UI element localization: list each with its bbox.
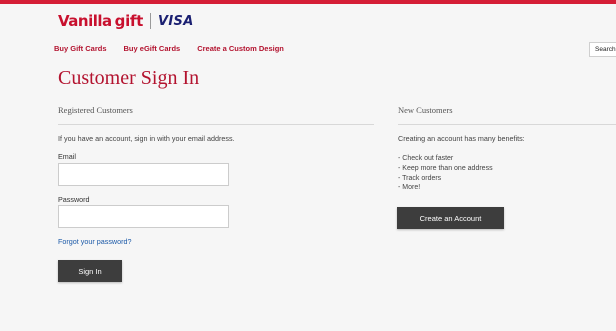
new-customers-section-divider <box>398 124 616 125</box>
new-customers-intro-text: Creating an account has many benefits: <box>398 134 525 143</box>
nav-create-custom-design[interactable]: Create a Custom Design <box>197 44 284 53</box>
logo-gift-text: gift <box>114 12 144 30</box>
main-nav: Buy Gift Cards Buy eGift Cards Create a … <box>54 44 301 53</box>
nav-buy-egift-cards[interactable]: Buy eGift Cards <box>124 44 181 53</box>
registered-intro-text: If you have an account, sign in with you… <box>58 134 235 143</box>
email-label: Email <box>58 152 76 161</box>
logo-divider <box>150 13 152 29</box>
sign-in-button[interactable]: Sign In <box>58 260 122 282</box>
top-accent-bar <box>0 0 616 4</box>
registered-section-divider <box>58 124 374 125</box>
search-input[interactable]: Search <box>589 42 616 57</box>
forgot-password-link[interactable]: Forgot your password? <box>58 237 132 246</box>
create-account-button[interactable]: Create an Account <box>397 207 504 229</box>
benefit-item: Track orders <box>398 174 493 184</box>
registered-customers-heading: Registered Customers <box>58 105 133 115</box>
page-title: Customer Sign In <box>58 67 200 89</box>
logo-vanilla-text: Vanilla <box>58 12 112 30</box>
benefit-item: Keep more than one address <box>398 164 492 174</box>
visa-logo-text: VISA <box>158 13 194 29</box>
nav-buy-gift-cards[interactable]: Buy Gift Cards <box>54 44 107 53</box>
benefit-item: More! <box>398 183 493 193</box>
password-field[interactable] <box>58 205 229 228</box>
benefits-list: Check out faster Keep more than one addr… <box>398 154 493 193</box>
benefit-item: Check out faster <box>398 154 493 164</box>
password-label: Password <box>58 195 90 204</box>
email-field[interactable] <box>58 163 229 186</box>
new-customers-heading: New Customers <box>398 105 453 115</box>
vanilla-gift-visa-logo[interactable]: Vanilla gift VISA <box>58 10 194 32</box>
